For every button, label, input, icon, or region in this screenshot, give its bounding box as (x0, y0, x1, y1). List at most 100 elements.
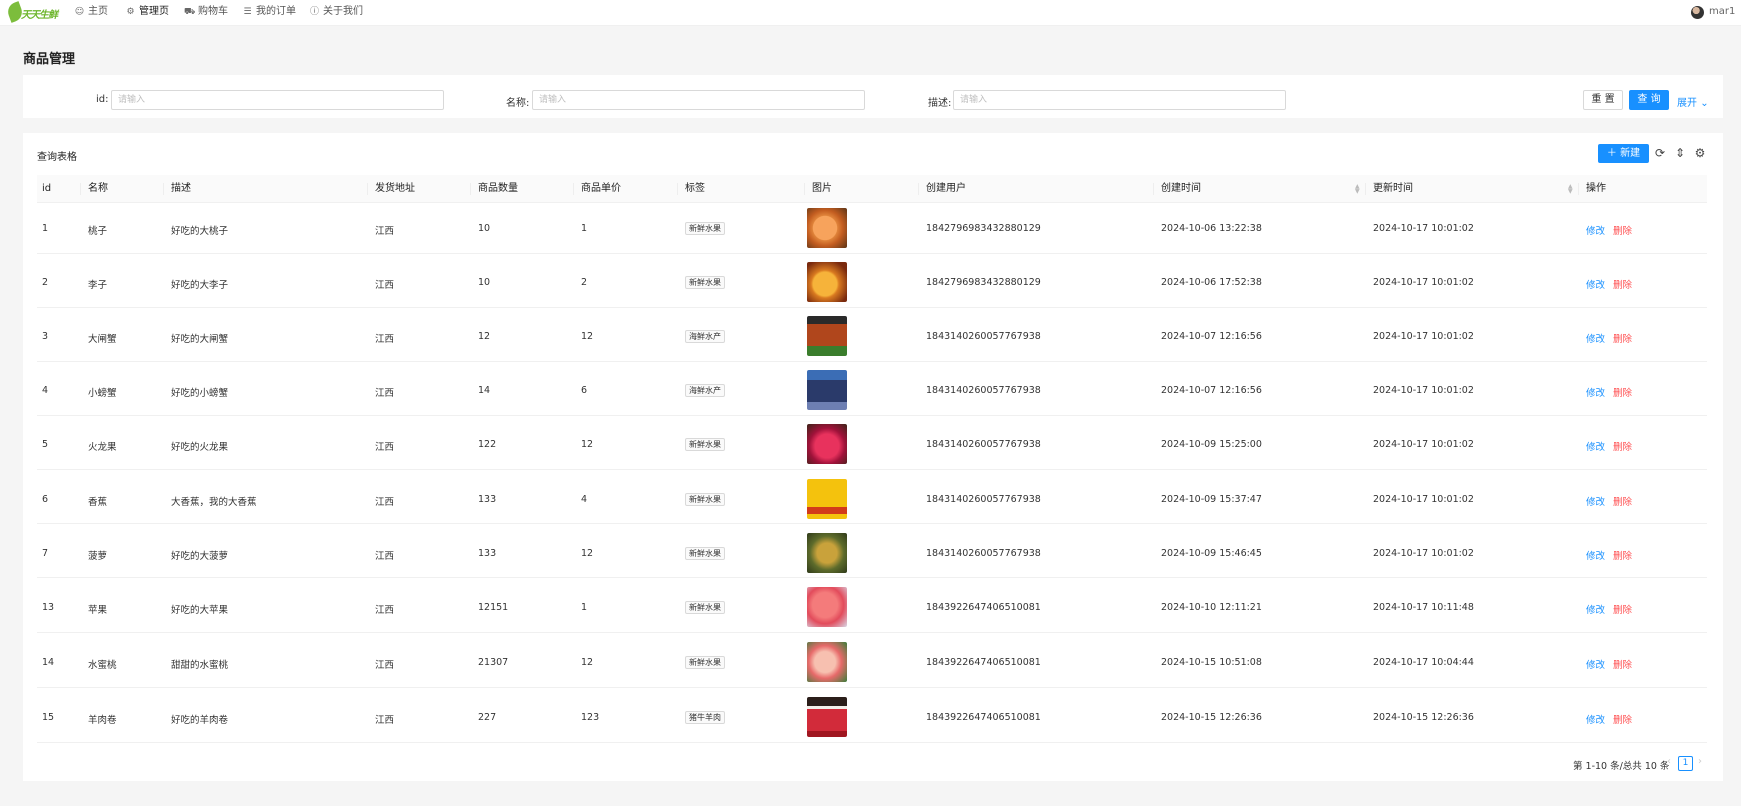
delete-link[interactable]: 删除 (1613, 439, 1632, 453)
page-number[interactable]: 1 (1678, 756, 1693, 771)
edit-link[interactable]: 修改 (1586, 277, 1605, 291)
pineapple-image[interactable] (807, 533, 847, 573)
cell-address: 江西 (375, 334, 395, 345)
tag-badge: 新鲜水果 (685, 493, 725, 506)
id-field-label: id: (96, 94, 109, 105)
dragon-fruit-image[interactable] (807, 424, 847, 464)
list-icon: ☰ (243, 7, 252, 17)
edit-link[interactable]: 修改 (1586, 331, 1605, 345)
edit-link[interactable]: 修改 (1586, 223, 1605, 237)
lamb-roll-image[interactable] (807, 697, 847, 737)
delete-link[interactable]: 删除 (1613, 223, 1632, 237)
tag-badge: 新鲜水果 (685, 222, 725, 235)
delete-link[interactable]: 删除 (1613, 385, 1632, 399)
column-header: 名称 (88, 183, 108, 194)
name-field[interactable] (532, 90, 865, 110)
nav-label: 关于我们 (323, 6, 363, 17)
table-row: 3 大闸蟹 好吃的大闸蟹 江西 12 12 海鲜水产 1843140260057767938 2… (37, 308, 1707, 362)
cell-address: 江西 (375, 497, 395, 508)
edit-link[interactable]: 修改 (1586, 602, 1605, 616)
reset-button[interactable]: 重 置 (1583, 90, 1623, 110)
cell-name: 李子 (88, 280, 108, 291)
column-divider (470, 183, 471, 195)
new-button[interactable]: ＋ 新建 (1598, 144, 1649, 163)
edit-link[interactable]: 修改 (1586, 385, 1605, 399)
id-field[interactable] (111, 90, 444, 110)
prev-page-icon[interactable]: ‹ (1667, 756, 1671, 767)
delete-link[interactable]: 删除 (1613, 277, 1632, 291)
small-crab-image[interactable] (807, 370, 847, 410)
cell-id: 6 (42, 494, 49, 505)
nav-item-orders[interactable]: ☰ 我的订单 (242, 0, 296, 24)
tag-badge: 海鲜水产 (685, 330, 725, 343)
honey-peach-image[interactable] (807, 642, 847, 682)
edit-link[interactable]: 修改 (1586, 439, 1605, 453)
delete-link[interactable]: 删除 (1613, 548, 1632, 562)
cell-quantity: 21307 (478, 657, 509, 668)
banana-image[interactable] (807, 479, 847, 519)
username[interactable]: mar1 (1709, 0, 1735, 24)
cell-description: 好吃的大桃子 (171, 226, 229, 237)
logo[interactable]: 天天生鲜 (5, 1, 58, 23)
cell-created-at: 2024-10-09 15:25:00 (1161, 439, 1262, 450)
column-divider (918, 183, 919, 195)
cell-created-at: 2024-10-07 12:16:56 (1161, 331, 1262, 342)
nav-item-home[interactable]: ☺ 主页 (74, 0, 108, 24)
nav-label: 购物车 (198, 6, 228, 17)
settings-icon[interactable]: ⚙ (1693, 145, 1707, 161)
desc-field[interactable] (953, 90, 1286, 110)
expand-toggle[interactable]: 展开 ⌄ (1677, 94, 1709, 109)
cell-creator: 1843922647406510081 (926, 712, 1041, 723)
cell-quantity: 227 (478, 712, 497, 723)
cell-creator: 1843140260057767938 (926, 439, 1041, 450)
edit-link[interactable]: 修改 (1586, 494, 1605, 508)
new-button-label: 新建 (1620, 148, 1641, 159)
edit-link[interactable]: 修改 (1586, 657, 1605, 671)
edit-link[interactable]: 修改 (1586, 548, 1605, 562)
hairy-crab-image[interactable] (807, 316, 847, 356)
table-row: 4 小螃蟹 好吃的小螃蟹 江西 14 6 海鲜水产 1843140260057767938 20… (37, 362, 1707, 416)
tag-badge: 新鲜水果 (685, 656, 725, 669)
table-row: 7 菠萝 好吃的大菠萝 江西 133 12 新鲜水果 1843140260057767938 2… (37, 524, 1707, 578)
next-page-icon[interactable]: › (1698, 756, 1702, 767)
cell-price: 1 (581, 223, 588, 234)
sort-icon[interactable]: ▲ ▼ (1568, 184, 1573, 195)
cell-price: 12 (581, 548, 594, 559)
tag-badge: 新鲜水果 (685, 547, 725, 560)
delete-link[interactable]: 删除 (1613, 712, 1632, 726)
peach-image[interactable] (807, 208, 847, 248)
cell-address: 江西 (375, 388, 395, 399)
top-navbar: 天天生鲜 ☺ 主页 ⚙ 管理页 ⛟ 购物车 ☰ 我的订单 ⓘ 关于我们 mar1 (0, 0, 1741, 26)
cell-description: 好吃的大李子 (171, 280, 229, 291)
sort-icon[interactable]: ▲ ▼ (1355, 184, 1360, 195)
tag-badge: 猪牛羊肉 (685, 711, 725, 724)
cell-quantity: 133 (478, 494, 497, 505)
edit-link[interactable]: 修改 (1586, 712, 1605, 726)
cell-description: 甜甜的水蜜桃 (171, 660, 229, 671)
cell-address: 江西 (375, 660, 395, 671)
cell-updated-at: 2024-10-17 10:01:02 (1373, 277, 1474, 288)
delete-link[interactable]: 删除 (1613, 331, 1632, 345)
nav-item-admin[interactable]: ⚙ 管理页 (125, 0, 169, 24)
cell-created-at: 2024-10-15 10:51:08 (1161, 657, 1262, 668)
nav-item-cart[interactable]: ⛟ 购物车 (184, 0, 228, 24)
delete-link[interactable]: 删除 (1613, 494, 1632, 508)
column-header[interactable]: 更新时间 (1373, 175, 1413, 203)
cell-price: 12 (581, 439, 594, 450)
cell-name: 羊肉卷 (88, 715, 117, 726)
reload-icon[interactable]: ⟳ (1653, 145, 1667, 161)
plum-image[interactable] (807, 262, 847, 302)
cell-name: 小螃蟹 (88, 388, 117, 399)
tag-badge: 海鲜水产 (685, 384, 725, 397)
cell-address: 江西 (375, 226, 395, 237)
density-icon[interactable]: ⇕ (1673, 145, 1687, 161)
column-divider (1578, 183, 1579, 195)
nav-item-about[interactable]: ⓘ 关于我们 (309, 0, 363, 24)
apple-image[interactable] (807, 587, 847, 627)
delete-link[interactable]: 删除 (1613, 602, 1632, 616)
avatar[interactable] (1691, 6, 1704, 19)
column-header[interactable]: 创建时间 (1161, 175, 1201, 203)
query-button[interactable]: 查 询 (1629, 90, 1669, 110)
column-divider (80, 183, 81, 195)
delete-link[interactable]: 删除 (1613, 657, 1632, 671)
